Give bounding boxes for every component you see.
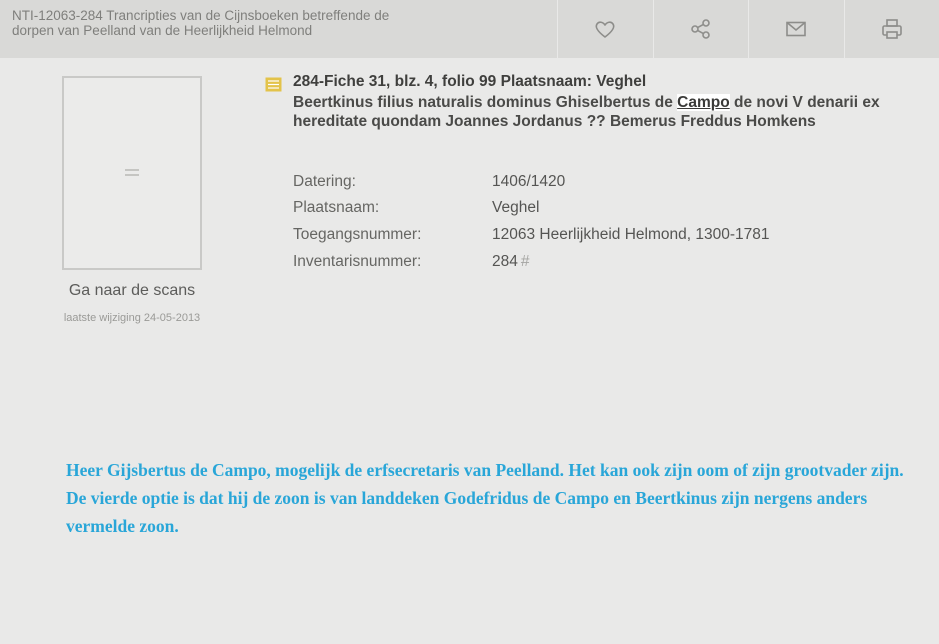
header-bar: NTI-12063-284 Trancripties van de Cijnsb…	[0, 0, 939, 58]
print-button[interactable]	[844, 0, 939, 58]
last-modified: laatste wijziging 24-05-2013	[63, 312, 201, 324]
field-value-plaatsnaam: Veghel	[492, 199, 540, 216]
field-label-toegangsnummer: Toegangsnummer:	[293, 226, 422, 243]
hash-link[interactable]: #	[521, 253, 530, 270]
record-icon	[265, 77, 282, 92]
annotation-note: Heer Gijsbertus de Campo, mogelijk de er…	[66, 460, 904, 536]
page: NTI-12063-284 Trancripties van de Cijnsb…	[0, 0, 939, 644]
field-label-plaatsnaam: Plaatsnaam:	[293, 199, 380, 216]
inventory-number: 284	[492, 253, 518, 270]
header-title: NTI-12063-284 Trancripties van de Cijnsb…	[0, 0, 557, 58]
record-title[interactable]: 284-Fiche 31, blz. 4, folio 99 Plaatsnaa…	[293, 73, 646, 91]
field-label-inventarisnummer: Inventarisnummer:	[293, 253, 422, 270]
mail-icon	[786, 21, 807, 37]
go-to-scans-link[interactable]: Ga naar de scans	[40, 282, 224, 300]
field-label-datering: Datering:	[293, 173, 356, 190]
heart-icon	[595, 21, 615, 38]
highlighted-term[interactable]: Campo	[677, 94, 730, 111]
share-button[interactable]	[653, 0, 748, 58]
header-title-line1: NTI-12063-284 Trancripties van de Cijnsb…	[12, 8, 390, 23]
share-icon	[690, 19, 710, 39]
field-value-toegangsnummer: 12063 Heerlijkheid Helmond, 1300-1781	[492, 226, 770, 243]
header-title-line2: dorpen van Peelland van de Heerlijkheid …	[12, 23, 313, 38]
field-value-inventarisnummer: 284 #	[492, 253, 530, 271]
email-button[interactable]	[749, 0, 844, 58]
print-icon	[881, 19, 902, 39]
field-value-datering: 1406/1420	[492, 173, 566, 190]
record-description-start: Beertkinus filius naturalis dominus Ghis…	[293, 94, 678, 111]
record-description: Beertkinus filius naturalis dominus Ghis…	[293, 93, 915, 131]
document-lines-icon	[125, 169, 139, 176]
scan-thumbnail[interactable]	[62, 76, 202, 270]
favorite-button[interactable]	[558, 0, 653, 58]
